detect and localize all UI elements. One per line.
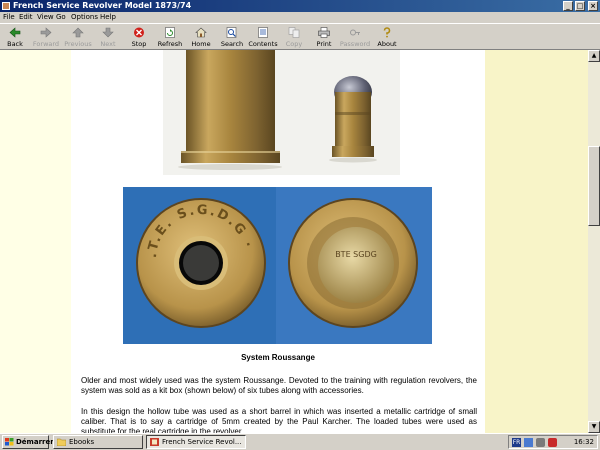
search-icon	[226, 27, 237, 38]
home-button[interactable]: Home	[189, 24, 213, 50]
task-ebooks[interactable]: Ebooks	[53, 435, 143, 449]
toolbar: Back Forward Previous Next Stop Refresh …	[0, 23, 600, 50]
scroll-thumb[interactable]	[588, 146, 600, 226]
menu-options[interactable]: Options	[71, 12, 98, 23]
cartridges-photo	[163, 50, 400, 175]
paragraph-2: In this design the hollow tube was used …	[81, 407, 477, 433]
vertical-scrollbar[interactable]: ▲ ▼	[588, 50, 600, 433]
forward-arrow-icon	[40, 27, 52, 38]
task-ebooks-label: Ebooks	[69, 438, 95, 446]
clock[interactable]: 16:32	[574, 436, 594, 448]
print-label: Print	[316, 40, 332, 48]
password-button[interactable]: Password	[338, 24, 372, 50]
next-label: Next	[100, 40, 116, 48]
home-label: Home	[191, 40, 211, 48]
next-arrow-icon	[102, 27, 114, 38]
volume-icon[interactable]	[536, 438, 545, 447]
contents-label: Contents	[248, 40, 278, 48]
window-title: French Service Revolver Model 1873/74	[13, 1, 192, 10]
back-label: Back	[7, 40, 23, 48]
menu-bar: File Edit View Go Options Help	[0, 12, 600, 23]
close-button[interactable]: ×	[588, 1, 598, 11]
refresh-label: Refresh	[157, 40, 183, 48]
print-button[interactable]: Print	[313, 24, 335, 50]
forward-button[interactable]: Forward	[30, 24, 62, 50]
headstamps-illustration: P.P. B.T.E. S.G.D.G · PARIS BTE SGDG	[123, 187, 432, 344]
task-french-revolver[interactable]: French Service Revol...	[146, 435, 246, 449]
app-icon	[2, 2, 10, 10]
scroll-up-button[interactable]: ▲	[588, 50, 600, 62]
password-label: Password	[339, 40, 371, 48]
minimize-button[interactable]: _	[563, 1, 573, 11]
menu-view[interactable]: View	[37, 12, 54, 23]
task-french-revolver-label: French Service Revol...	[162, 438, 242, 446]
about-icon	[383, 27, 391, 38]
copy-button[interactable]: Copy	[283, 24, 305, 50]
headstamps-photo: P.P. B.T.E. S.G.D.G · PARIS BTE SGDG	[123, 187, 432, 344]
start-label: Démarrer	[16, 438, 54, 446]
windows-logo-icon	[5, 438, 14, 446]
title-bar[interactable]: French Service Revolver Model 1873/74 _ …	[0, 0, 600, 12]
refresh-icon	[165, 27, 175, 38]
system-tray: FR 16:32	[508, 435, 598, 449]
menu-edit[interactable]: Edit	[19, 12, 33, 23]
search-button[interactable]: Search	[219, 24, 245, 50]
maximize-button[interactable]: □	[575, 1, 585, 11]
print-icon	[318, 27, 330, 38]
scroll-down-button[interactable]: ▼	[588, 421, 600, 433]
copy-label: Copy	[285, 40, 303, 48]
search-label: Search	[220, 40, 244, 48]
figure-caption: System Roussange	[241, 353, 315, 362]
previous-label: Previous	[64, 40, 92, 48]
contents-button[interactable]: Contents	[248, 24, 278, 50]
contents-icon	[258, 27, 268, 38]
right-margin	[485, 50, 588, 433]
cartridges-illustration	[163, 50, 400, 175]
menu-help[interactable]: Help	[100, 12, 116, 23]
menu-go[interactable]: Go	[56, 12, 66, 23]
ebook-app-icon	[150, 438, 159, 446]
forward-label: Forward	[32, 40, 60, 48]
previous-arrow-icon	[72, 27, 84, 38]
paragraph-1: Older and most widely used was the syste…	[81, 376, 477, 395]
fr-flag-icon[interactable]: FR	[512, 438, 521, 447]
home-icon	[195, 27, 207, 38]
network-icon[interactable]	[524, 438, 533, 447]
document-viewport[interactable]: P.P. B.T.E. S.G.D.G · PARIS BTE SGDG Sys…	[0, 50, 588, 433]
shield-icon[interactable]	[548, 438, 557, 447]
about-label: About	[377, 40, 397, 48]
password-icon	[350, 29, 360, 36]
menu-file[interactable]: File	[3, 12, 15, 23]
taskbar: Démarrer Ebooks French Service Revol... …	[0, 433, 600, 450]
about-button[interactable]: About	[375, 24, 399, 50]
primer-text: BTE SGDG	[335, 250, 377, 259]
stop-button[interactable]: Stop	[126, 24, 152, 50]
page-content: P.P. B.T.E. S.G.D.G · PARIS BTE SGDG Sys…	[71, 50, 485, 433]
folder-icon	[57, 438, 66, 446]
start-button[interactable]: Démarrer	[2, 435, 54, 449]
previous-button[interactable]: Previous	[63, 24, 93, 50]
back-button[interactable]: Back	[2, 24, 28, 50]
stop-icon	[134, 27, 144, 38]
stop-label: Stop	[131, 40, 147, 48]
refresh-button[interactable]: Refresh	[156, 24, 184, 50]
left-margin	[0, 50, 71, 433]
back-arrow-icon	[9, 27, 21, 38]
next-button[interactable]: Next	[96, 24, 120, 50]
copy-icon	[288, 27, 300, 38]
